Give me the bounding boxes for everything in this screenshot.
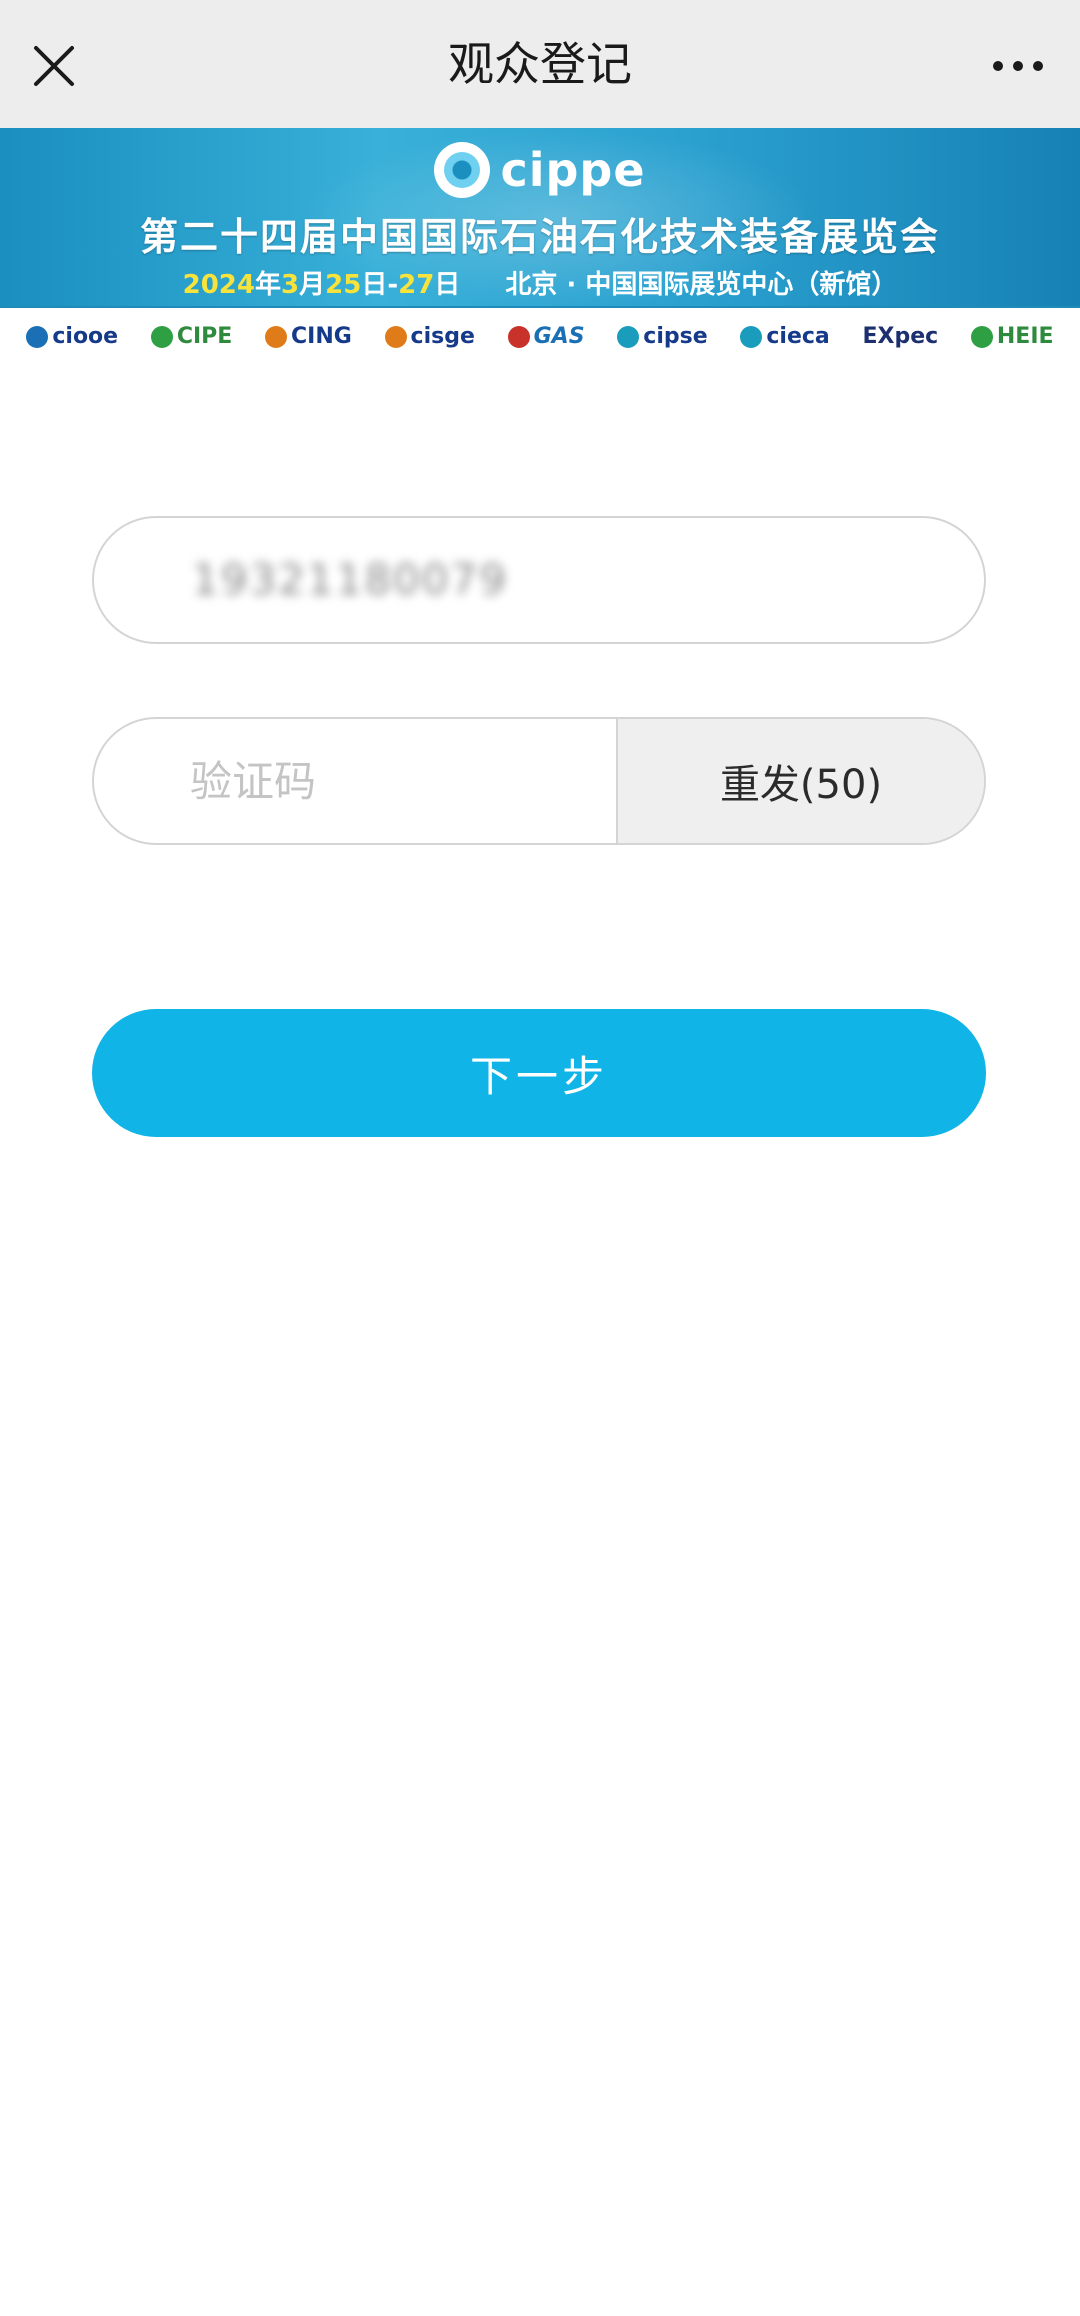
partner-logo: CIPE: [150, 324, 232, 349]
more-icon[interactable]: [976, 34, 1060, 98]
title-bar: 观众登记: [0, 0, 1080, 128]
date-end: 27: [398, 270, 435, 300]
date-start: 25: [325, 270, 362, 300]
page-title: 观众登记: [448, 37, 632, 91]
brand-row: cippe: [0, 142, 1080, 198]
phone-value: 19321180079: [192, 555, 508, 604]
partner-logo: EXpec: [862, 324, 939, 349]
expo-title: 第二十四届中国国际石油石化技术装备展览会: [139, 215, 940, 259]
cippe-logo-icon: [434, 142, 491, 198]
phone-field[interactable]: 19321180079: [92, 516, 986, 644]
expo-banner: cippe 第二十四届中国国际石油石化技术装备展览会 2024年3月25日-27…: [0, 128, 1080, 365]
verification-code-field: 重发(50): [92, 717, 986, 845]
partner-logo: CING: [265, 324, 352, 349]
venue: 北京 · 中国国际展览中心（新馆）: [505, 270, 898, 300]
partner-logo-strip: ciooe CIPE CING cisge GAS cipse cieca EX…: [0, 306, 1080, 365]
date-month: 3: [281, 270, 300, 300]
partner-logo: GAS: [507, 324, 585, 349]
brand-name: cippe: [500, 143, 646, 197]
resend-button[interactable]: 重发(50): [616, 719, 984, 843]
partner-logo: HEIE: [970, 324, 1054, 349]
partner-logo: cipse: [617, 324, 708, 349]
verification-code-input[interactable]: [94, 719, 614, 843]
partner-logo: ciooe: [26, 324, 118, 349]
partner-logo: cisge: [384, 324, 475, 349]
date-year: 2024: [182, 270, 255, 300]
partner-logo: cieca: [740, 324, 830, 349]
next-step-button[interactable]: 下一步: [92, 1009, 986, 1137]
expo-date-venue: 2024年3月25日-27日 北京 · 中国国际展览中心（新馆）: [182, 270, 898, 300]
